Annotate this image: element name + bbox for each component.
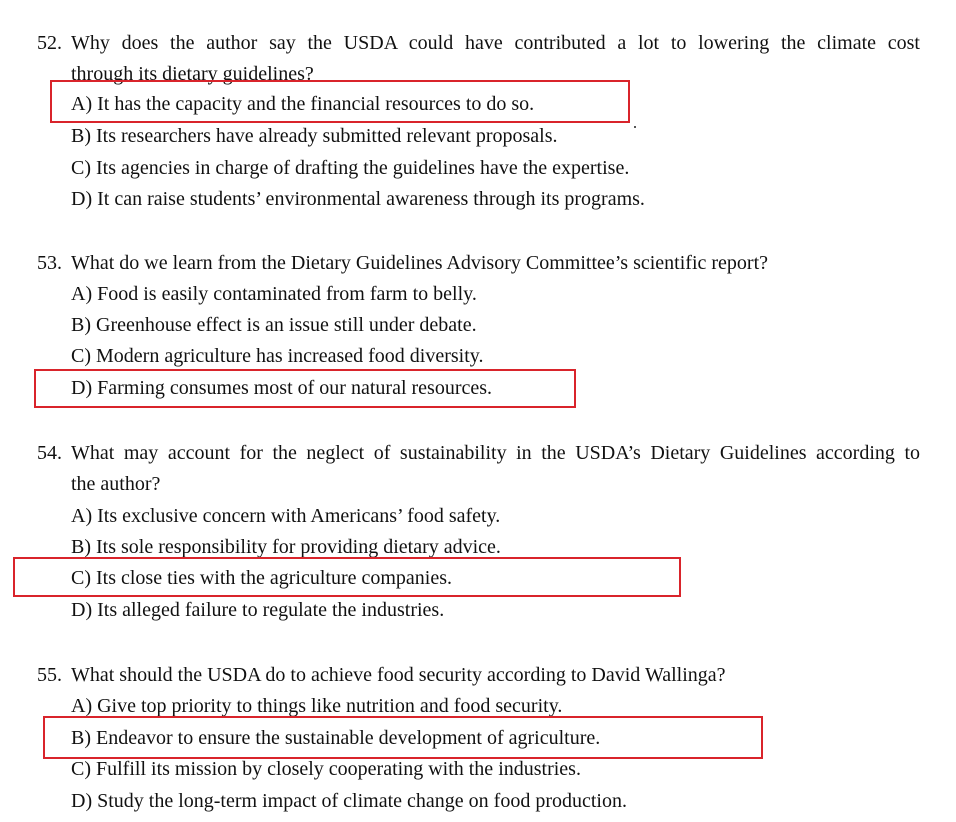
question-53-stem: 53. What do we learn from the Dietary Gui… bbox=[37, 251, 768, 275]
question-53-option-c[interactable]: C) Modern agriculture has increased food… bbox=[71, 344, 483, 368]
question-53-option-a[interactable]: A) Food is easily contaminated from farm… bbox=[71, 282, 477, 306]
question-number: 52. bbox=[37, 32, 62, 54]
question-52-stem: 52. Why does the author say the USDA coul… bbox=[37, 31, 920, 55]
question-number: 54. bbox=[37, 442, 62, 464]
question-55-stem: 55. What should the USDA do to achieve fo… bbox=[37, 663, 726, 687]
question-number: 53. bbox=[37, 252, 62, 274]
question-54-option-b[interactable]: B) Its sole responsibility for providing… bbox=[71, 535, 501, 559]
question-54-stem-continued: the author? bbox=[71, 473, 161, 495]
question-52-option-c[interactable]: C) Its agencies in charge of drafting th… bbox=[71, 156, 629, 180]
question-text: What should the USDA do to achieve food … bbox=[71, 664, 726, 686]
question-53-option-b[interactable]: B) Greenhouse effect is an issue still u… bbox=[71, 313, 477, 337]
question-54-option-a[interactable]: A) Its exclusive concern with Americans’… bbox=[71, 504, 500, 528]
answer-highlight-box bbox=[43, 716, 763, 759]
question-52-option-b[interactable]: B) Its researchers have already submitte… bbox=[71, 124, 557, 148]
question-55-option-a[interactable]: A) Give top priority to things like nutr… bbox=[71, 694, 562, 718]
answer-highlight-box bbox=[13, 557, 681, 597]
question-number: 55. bbox=[37, 664, 62, 686]
question-55-option-c[interactable]: C) Fulfill its mission by closely cooper… bbox=[71, 757, 581, 781]
question-text: What do we learn from the Dietary Guidel… bbox=[71, 252, 769, 274]
question-54-stem: 54. What may account for the neglect of s… bbox=[37, 441, 920, 465]
answer-highlight-box bbox=[34, 369, 576, 408]
question-54-option-d[interactable]: D) Its alleged failure to regulate the i… bbox=[71, 598, 444, 622]
question-text: What may account for the neglect of sust… bbox=[71, 442, 920, 464]
question-text: Why does the author say the USDA could h… bbox=[71, 32, 920, 54]
answer-highlight-box bbox=[50, 80, 630, 123]
question-52-option-d[interactable]: D) It can raise students’ environmental … bbox=[71, 187, 645, 211]
stray-mark bbox=[634, 126, 636, 128]
question-55-option-d[interactable]: D) Study the long-term impact of climate… bbox=[71, 789, 627, 813]
